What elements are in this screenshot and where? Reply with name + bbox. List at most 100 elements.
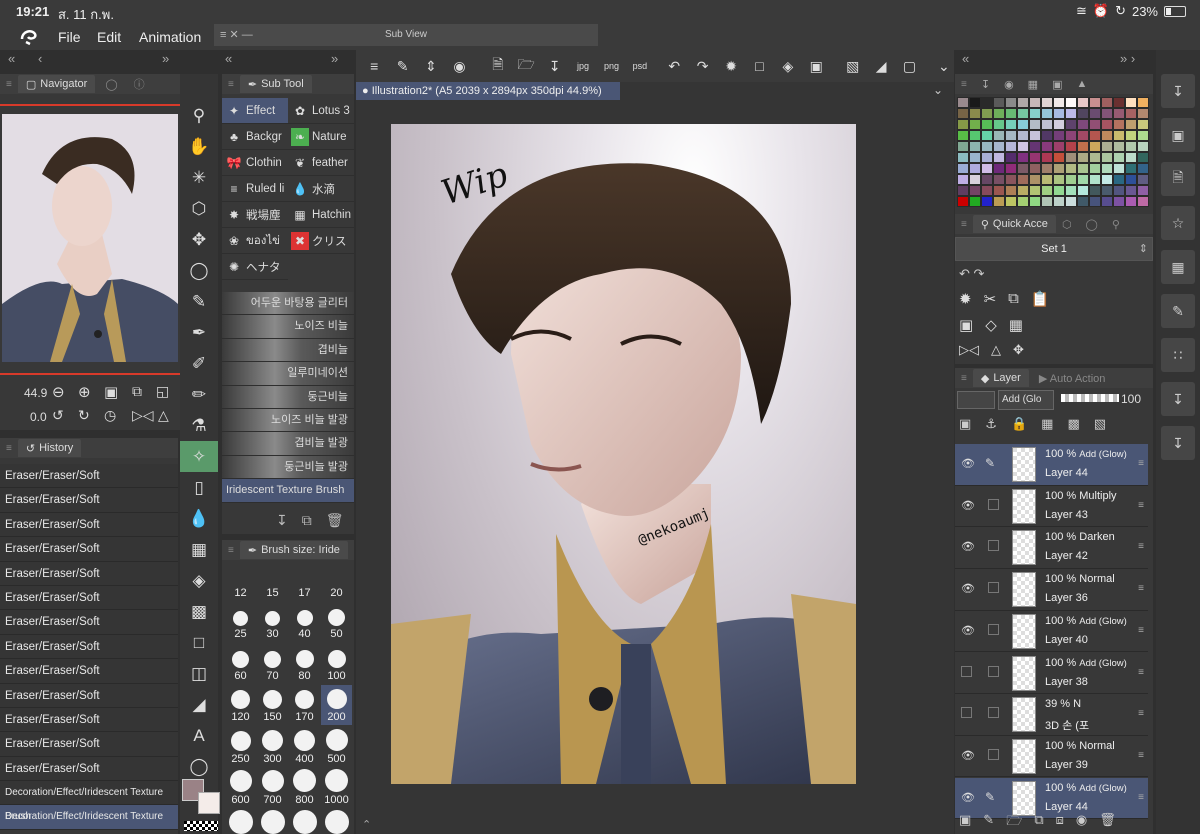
layer-menu-icon[interactable]: ≡	[1138, 625, 1144, 636]
history-item[interactable]: Eraser/Eraser/Soft	[0, 634, 178, 660]
color-swatch[interactable]	[1005, 163, 1017, 174]
sub-color-swatch[interactable]	[198, 792, 220, 814]
layer-menu-icon[interactable]: ≡	[1138, 500, 1144, 511]
expand-subtool-icon[interactable]: »	[331, 51, 338, 66]
color-swatch[interactable]	[1101, 174, 1113, 185]
layer-menu-icon[interactable]: ≡	[1138, 458, 1144, 469]
color-swatch[interactable]	[969, 130, 981, 141]
color-swatch[interactable]	[1017, 97, 1029, 108]
color-swatch[interactable]	[1137, 152, 1149, 163]
color-swatch[interactable]	[1005, 119, 1017, 130]
color-swatch[interactable]	[1065, 141, 1077, 152]
frame-tool-icon[interactable]: ◫	[180, 658, 218, 689]
delete-subtool-icon[interactable]: 🗑	[326, 512, 344, 529]
layer-row[interactable]: 👁 100 % Normal Layer 36 ≡	[955, 569, 1148, 611]
color-swatch[interactable]	[1101, 185, 1113, 196]
color-swatch[interactable]	[1041, 119, 1053, 130]
history-item[interactable]: Eraser/Eraser/Soft	[0, 561, 178, 586]
color-swatch[interactable]	[981, 108, 993, 119]
color-swatch[interactable]	[1017, 141, 1029, 152]
color-swatch[interactable]	[1113, 119, 1125, 130]
ruler-tool-icon[interactable]: ◢	[180, 689, 218, 720]
color-swatch[interactable]	[1029, 130, 1041, 141]
eyedropper-tool-icon[interactable]: ✎	[180, 286, 218, 317]
color-swatch[interactable]	[1065, 152, 1077, 163]
layer-menu-icon[interactable]: ≡	[1138, 667, 1144, 678]
search-tab-icon[interactable]: ⚲	[1112, 218, 1120, 231]
panel-grip-icon[interactable]: ≡	[955, 373, 973, 384]
flip-vertical-icon[interactable]: △	[158, 407, 169, 424]
color-swatch[interactable]	[1065, 97, 1077, 108]
subtool-group-item[interactable]: 🎀 Clothin	[222, 150, 288, 176]
star-icon[interactable]: ☆	[1161, 206, 1195, 240]
subtool-brush-item[interactable]: 겹비늘 발광	[222, 432, 354, 456]
color-swatch[interactable]	[1041, 130, 1053, 141]
navigator-thumbnail[interactable]	[2, 114, 178, 362]
color-swatch[interactable]	[1125, 97, 1137, 108]
reset-rotation-icon[interactable]: ◷	[104, 407, 116, 424]
eye-icon[interactable]: 👁	[961, 624, 975, 637]
app-logo-icon[interactable]	[18, 26, 40, 48]
color-swatch[interactable]	[1137, 130, 1149, 141]
brush-size-option[interactable]: 30	[257, 602, 288, 643]
brush-size-option[interactable]: 17	[289, 560, 320, 601]
pencil-tool-icon[interactable]: ✏	[180, 379, 218, 410]
fit-window-icon[interactable]: ⧉	[132, 383, 142, 400]
color-swatch[interactable]	[1089, 119, 1101, 130]
color-swatch[interactable]	[1041, 185, 1053, 196]
sub-view-controls[interactable]: ≡ ✕ —	[220, 24, 253, 46]
history-item[interactable]: Eraser/Eraser/Soft	[0, 683, 178, 708]
export-png-icon[interactable]: png	[601, 55, 621, 77]
eye-icon[interactable]: 👁	[961, 499, 975, 512]
fill-icon[interactable]: ◈	[778, 55, 798, 77]
color-swatch[interactable]	[1125, 196, 1137, 207]
color-swatch[interactable]	[1053, 196, 1065, 207]
color-swatch[interactable]	[1041, 152, 1053, 163]
layer-checkbox[interactable]	[988, 748, 999, 760]
eraser-tool-icon[interactable]: ▯	[180, 472, 218, 503]
history-item[interactable]: Eraser/Eraser/Soft	[0, 707, 178, 733]
tab-navigator[interactable]: ▢ Navigator	[17, 75, 96, 93]
clip-layer-icon[interactable]: ▣	[959, 416, 971, 432]
color-swatch[interactable]	[1005, 97, 1017, 108]
color-swatch[interactable]	[1029, 185, 1041, 196]
hand-tool-icon[interactable]: ✋	[180, 131, 218, 162]
brush-size-option[interactable]: 170	[289, 685, 320, 726]
color-swatch[interactable]	[1089, 185, 1101, 196]
color-swatch[interactable]	[957, 97, 969, 108]
sub-view-titlebar[interactable]: ≡ ✕ — Sub View	[214, 24, 598, 46]
document-tab[interactable]: ● Illustration2* (A5 2039 x 2894px 350dp…	[356, 82, 620, 100]
color-swatch[interactable]	[1017, 119, 1029, 130]
gradient-tool-icon[interactable]: ▩	[180, 596, 218, 627]
fill-tool-icon[interactable]: ◈	[180, 565, 218, 596]
layer-menu-icon[interactable]: ≡	[1138, 541, 1144, 552]
history-item[interactable]: Eraser/Eraser/Soft	[0, 756, 178, 782]
blend-tool-icon[interactable]: 💧	[180, 503, 218, 534]
intermediate-color-tab-icon[interactable]: ▲	[1076, 78, 1087, 90]
history-item[interactable]: Eraser/Eraser/Soft	[0, 464, 178, 489]
color-swatch[interactable]	[1053, 163, 1065, 174]
clip-studio-icon[interactable]: ◉	[449, 55, 469, 77]
subtool-group-item[interactable]: 💧 水滴	[288, 176, 354, 202]
color-swatch[interactable]	[1137, 163, 1149, 174]
color-swatch[interactable]	[969, 152, 981, 163]
layer-menu-icon[interactable]: ≡	[1138, 792, 1144, 803]
color-swatch[interactable]	[1125, 108, 1137, 119]
panel-grip-icon[interactable]: ≡	[222, 79, 240, 90]
reference-layer-icon[interactable]: ⚓	[985, 416, 997, 432]
color-slider-tab-icon[interactable]: ◉	[1004, 78, 1014, 91]
mesh-transform-icon[interactable]: ▦	[1009, 316, 1023, 334]
color-swatch[interactable]	[993, 141, 1005, 152]
color-swatch[interactable]	[1077, 119, 1089, 130]
dots-grid-icon[interactable]: ∷	[1161, 338, 1195, 372]
new-raster-layer-icon[interactable]: ▣	[959, 812, 971, 834]
invert-selection-icon[interactable]: ◢	[871, 55, 891, 77]
eye-icon[interactable]: 👁	[961, 540, 975, 553]
subtool-group-item[interactable]: ❀ ของไข่	[222, 228, 288, 254]
layer-menu-icon[interactable]: ≡	[1138, 583, 1144, 594]
color-swatch[interactable]	[1137, 97, 1149, 108]
loading-icon[interactable]: ✹	[959, 290, 972, 308]
move-icon[interactable]: ✥	[1013, 342, 1024, 358]
new-layer-icon[interactable]: ✎	[392, 55, 412, 77]
color-swatch[interactable]	[993, 174, 1005, 185]
